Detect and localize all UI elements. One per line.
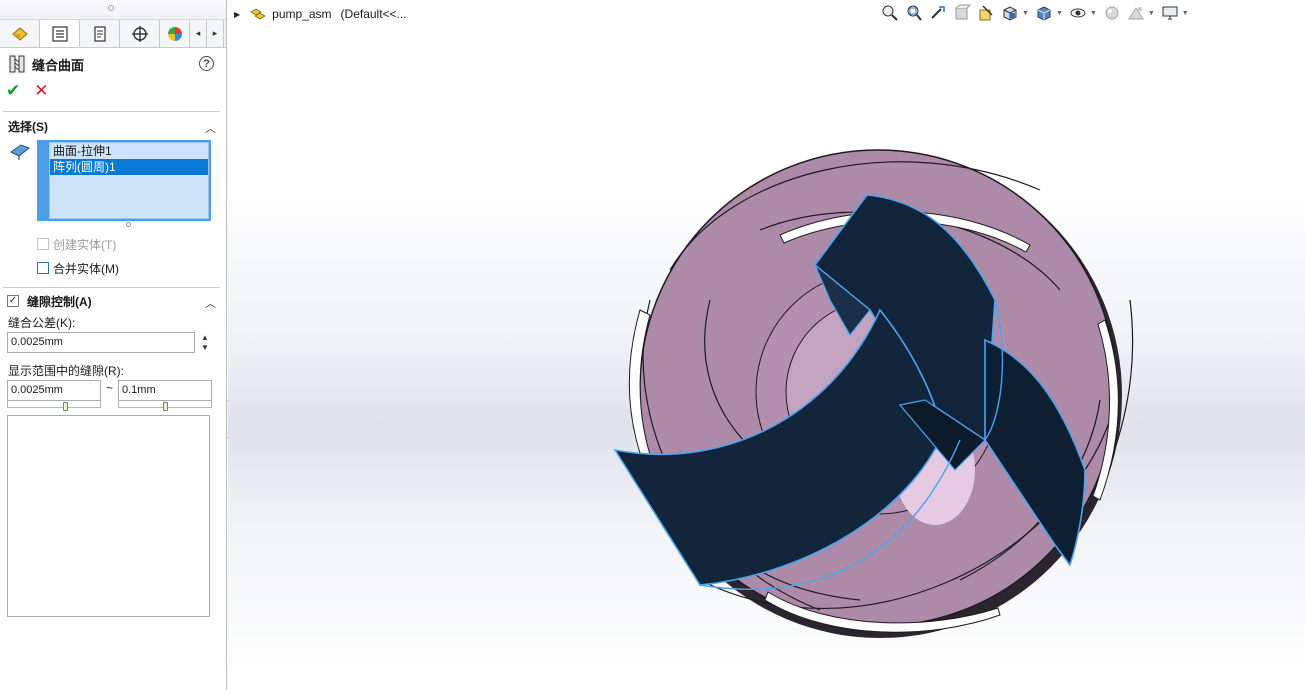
view-orientation-icon[interactable] bbox=[998, 2, 1022, 24]
gap-control-section-header[interactable]: ✓ 缝隙控制(A) ︿ bbox=[0, 291, 227, 311]
list-resize-grip[interactable] bbox=[126, 222, 131, 227]
gap-control-section-title: 缝隙控制(A) bbox=[27, 294, 92, 309]
dropdown-arrow-icon[interactable]: ▼ bbox=[1056, 10, 1063, 17]
appearance-tab[interactable] bbox=[160, 20, 190, 47]
dropdown-arrow-icon[interactable]: ▼ bbox=[1148, 10, 1155, 17]
stitch-tolerance-input[interactable]: 0.0025mm bbox=[7, 332, 195, 353]
surface-select-icon bbox=[10, 144, 30, 160]
zoom-to-fit-icon[interactable] bbox=[878, 2, 902, 24]
ok-cancel-group: ✔ ✕ bbox=[6, 82, 49, 100]
gap-control-checkbox[interactable]: ✓ bbox=[7, 295, 19, 307]
list-item[interactable]: 阵列(圆周)1 bbox=[50, 159, 208, 175]
create-solid-option: 创建实体(T) bbox=[37, 236, 116, 252]
display-style-icon[interactable] bbox=[1032, 2, 1056, 24]
selection-section-title: 选择(S) bbox=[8, 119, 48, 134]
divider bbox=[3, 287, 220, 288]
heads-up-toolbar: ▼ ▼ ▼ ▼ ▼ bbox=[878, 2, 1192, 24]
appearance-pie-icon bbox=[167, 26, 182, 41]
previous-view-icon[interactable] bbox=[926, 2, 950, 24]
view-settings-icon[interactable] bbox=[1158, 2, 1182, 24]
spin-down-icon[interactable]: ▼ bbox=[199, 343, 211, 353]
manager-tab-bar: ◂ ▸ bbox=[0, 20, 226, 48]
list-item[interactable]: 曲面-拉伸1 bbox=[50, 143, 208, 159]
tolerance-spinner[interactable]: ▲ ▼ bbox=[199, 333, 211, 355]
feature-header: 缝合曲面 ? bbox=[0, 53, 227, 75]
dropdown-arrow-icon[interactable]: ▼ bbox=[1022, 10, 1029, 17]
edit-appearance-icon[interactable] bbox=[1100, 2, 1124, 24]
dropdown-arrow-icon[interactable]: ▼ bbox=[1182, 10, 1189, 17]
impeller-model[interactable] bbox=[228, 0, 1305, 690]
merge-entities-checkbox[interactable] bbox=[37, 262, 49, 274]
selection-list[interactable]: 曲面-拉伸1 阵列(圆周)1 bbox=[49, 142, 209, 219]
property-manager-panel: ◂ ▸ 缝合曲面 ? ✔ ✕ 选择(S) ︿ 曲面-拉伸1 阵列(圆周)1 创建… bbox=[0, 0, 227, 690]
dynamic-annotation-icon[interactable] bbox=[974, 2, 998, 24]
graphics-viewport[interactable]: ▶ pump_asm (Default<<... ▼ ▼ ▼ ▼ ▼ bbox=[228, 0, 1305, 690]
spin-up-icon[interactable]: ▲ bbox=[199, 333, 211, 343]
assembly-name: pump_asm bbox=[272, 7, 332, 21]
display-pane-icon bbox=[11, 26, 28, 41]
tab-scroll-right-icon[interactable]: ▸ bbox=[207, 20, 224, 47]
feature-tree-icon bbox=[51, 25, 68, 42]
apply-scene-icon[interactable] bbox=[1124, 2, 1148, 24]
gap-max-slider[interactable] bbox=[118, 401, 212, 411]
crosshair-icon bbox=[131, 25, 148, 42]
create-solid-checkbox bbox=[37, 238, 49, 250]
cancel-button[interactable]: ✕ bbox=[34, 82, 48, 100]
expand-arrow-icon[interactable]: ▶ bbox=[234, 10, 240, 19]
panel-resize-grip[interactable] bbox=[0, 0, 226, 20]
feature-title: 缝合曲面 bbox=[32, 57, 85, 73]
merge-entities-option[interactable]: 合并实体(M) bbox=[37, 260, 119, 276]
zoom-to-area-icon[interactable] bbox=[902, 2, 926, 24]
display-pane-tab[interactable] bbox=[0, 20, 40, 47]
tab-scroll-left-icon[interactable]: ◂ bbox=[190, 20, 207, 47]
stitch-tolerance-label: 缝合公差(K): bbox=[8, 316, 76, 330]
range-separator: ~ bbox=[106, 381, 114, 395]
selection-list-frame: 曲面-拉伸1 阵列(圆周)1 bbox=[37, 140, 211, 221]
assembly-icon bbox=[250, 8, 266, 20]
hide-show-items-icon[interactable] bbox=[1066, 2, 1090, 24]
knit-surface-icon bbox=[9, 55, 25, 73]
merge-entities-label: 合并实体(M) bbox=[53, 261, 119, 276]
feature-manager-tab[interactable] bbox=[40, 20, 80, 47]
slider-thumb[interactable] bbox=[163, 402, 168, 411]
dropdown-arrow-icon[interactable]: ▼ bbox=[1090, 10, 1097, 17]
collapse-icon[interactable]: ︿ bbox=[205, 295, 216, 311]
ok-button[interactable]: ✔ bbox=[6, 82, 20, 100]
property-manager-tab[interactable] bbox=[80, 20, 120, 47]
gap-range-min-input[interactable]: 0.0025mm bbox=[7, 380, 101, 401]
collapse-icon[interactable]: ︿ bbox=[205, 120, 216, 136]
divider bbox=[3, 111, 220, 112]
gap-min-slider[interactable] bbox=[7, 401, 101, 411]
section-view-icon[interactable] bbox=[950, 2, 974, 24]
selection-section-header[interactable]: 选择(S) ︿ bbox=[0, 116, 227, 136]
property-manager-icon bbox=[93, 25, 106, 42]
gap-range-label: 显示范围中的缝隙(R): bbox=[8, 364, 124, 378]
gap-range-max-input[interactable]: 0.1mm bbox=[118, 380, 212, 401]
slider-thumb[interactable] bbox=[63, 402, 68, 411]
assembly-config: (Default<<... bbox=[340, 7, 407, 21]
feature-tree-flyout[interactable]: ▶ pump_asm (Default<<... bbox=[234, 5, 407, 23]
create-solid-label: 创建实体(T) bbox=[53, 237, 117, 252]
configuration-manager-tab[interactable] bbox=[120, 20, 160, 47]
help-icon[interactable]: ? bbox=[199, 56, 214, 71]
gap-list[interactable] bbox=[7, 415, 210, 617]
